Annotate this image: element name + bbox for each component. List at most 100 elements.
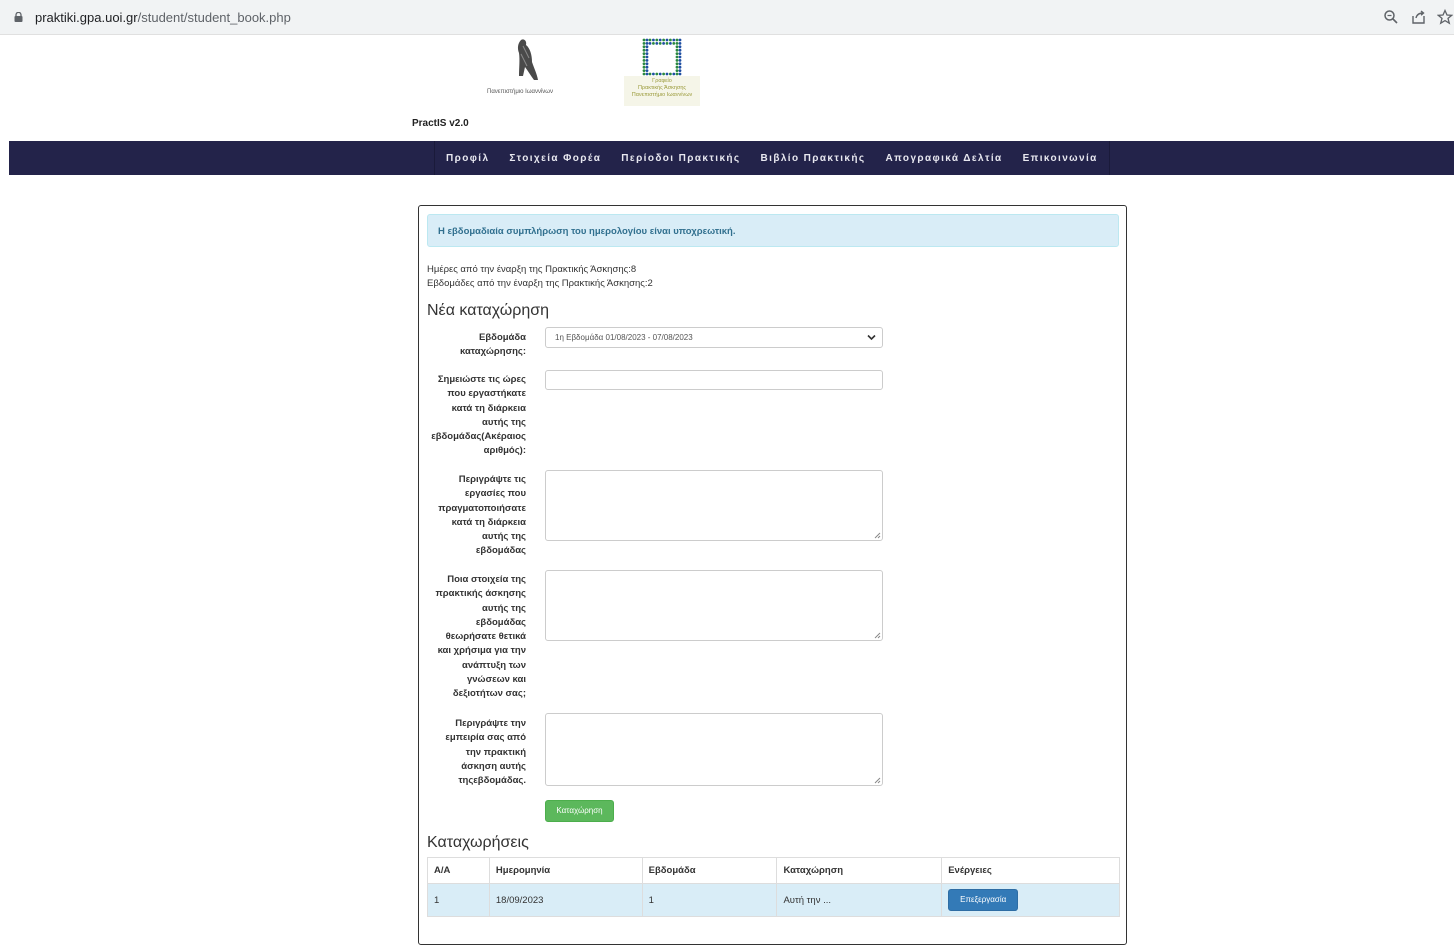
browser-toolbar: praktiki.gpa.uoi.gr/student/student_book… [0, 0, 1454, 35]
logo-dot [645, 52, 649, 55]
logo-dot [665, 72, 669, 76]
week-label: Εβδομάδα καταχώρησης: [411, 331, 526, 360]
hours-label-line-3: κατά τη διάρκεια [451, 402, 526, 414]
positive-label-line-9: δεξιοτήτων σας; [452, 688, 526, 700]
week-select[interactable]: 1η Εβδομάδα 01/08/2023 - 07/08/2023 [545, 327, 883, 348]
logo-dot [675, 65, 679, 69]
logo-dot [675, 69, 679, 72]
logo-dot [678, 69, 682, 72]
hours-input[interactable] [545, 370, 883, 390]
bookmark-star-icon[interactable] [1437, 9, 1453, 25]
cell-date: 18/09/2023 [488, 883, 643, 917]
main-navbar: Προφίλ Στοιχεία Φορέα Περίοδοι Πρακτικής… [9, 141, 1454, 175]
logo-dot [642, 38, 646, 42]
nav-item-profile[interactable]: Προφίλ [446, 153, 489, 164]
zoom-icon[interactable] [1383, 9, 1399, 25]
logo-dot [678, 38, 682, 42]
logo-dot [642, 62, 646, 66]
logo-dot [669, 72, 672, 76]
logo-dot [642, 48, 646, 52]
chevron-down-icon [867, 334, 876, 341]
resize-grip-icon[interactable] [873, 776, 881, 784]
logo-dot [645, 48, 649, 52]
app-brand[interactable]: PractIS v2.0 [412, 118, 469, 129]
logo-dot [642, 72, 646, 76]
column-header-week: Εβδομάδα [641, 857, 778, 884]
week-select-value: 1η Εβδομάδα 01/08/2023 - 07/08/2023 [555, 333, 693, 342]
submit-entry-button[interactable]: Καταχώρηση [545, 800, 614, 822]
experience-label-line-5: τηςεβδομάδας. [458, 775, 526, 787]
hours-label-line-2: που εργαστήκατε [447, 388, 526, 400]
logo-dot [675, 48, 679, 52]
hours-label-line-6: αριθμός): [483, 445, 526, 457]
logo-dot [669, 42, 672, 45]
logo-dot [642, 42, 646, 45]
logo-dot [678, 55, 682, 59]
nav-item-contact[interactable]: Επικοινωνία [1023, 153, 1098, 164]
nav-menu: Προφίλ Στοιχεία Φορέα Περίοδοι Πρακτικής… [434, 141, 1110, 175]
logo-dot [645, 45, 649, 49]
url-host: praktiki.gpa.uoi.gr [35, 10, 138, 25]
logo-dot [678, 45, 682, 49]
logo-dot [678, 42, 682, 45]
logo-dot [658, 72, 662, 76]
logo-dot [648, 42, 652, 45]
positive-aspects-textarea[interactable] [545, 570, 883, 641]
nav-item-internship-periods[interactable]: Περίοδοι Πρακτικής [621, 153, 740, 164]
internship-info: Ημέρες από την έναρξη της Πρακτικής Άσκη… [427, 263, 653, 291]
logo-dot [675, 59, 679, 62]
logo-dot [645, 62, 649, 66]
logo-dot [675, 55, 679, 59]
logo-dot [675, 42, 679, 45]
logo-dot [675, 72, 679, 76]
tasks-label-line-1: Περιγράψτε τις [458, 474, 526, 485]
logo-dot [642, 69, 646, 72]
column-header-actions: Ενέργειες [941, 857, 1120, 884]
experience-label-line-2: εμπειρία σας από [445, 732, 526, 744]
cell-week: 1 [641, 883, 778, 917]
logo-dot [645, 59, 649, 62]
nav-item-internship-book[interactable]: Βιβλίο Πρακτικής [761, 153, 866, 164]
logo-dot [655, 38, 659, 42]
logo-dot [672, 38, 676, 42]
tasks-textarea[interactable] [545, 470, 883, 541]
positive-label-line-2: πρακτικής άσκησης [435, 588, 526, 600]
cell-actions: Επεξεργασία [941, 883, 1120, 917]
week-label-line-1: Εβδομάδα [479, 332, 526, 343]
logo-dot [672, 72, 676, 76]
resize-grip-icon[interactable] [873, 531, 881, 539]
experience-label-line-1: Περιγράψτε την [455, 718, 526, 729]
logo-dot [675, 62, 679, 66]
table-row: 1 18/09/2023 1 Αυτή την ... Επεξεργασία [427, 883, 1120, 917]
nav-item-host-details[interactable]: Στοιχεία Φορέα [509, 153, 601, 164]
resize-grip-icon[interactable] [873, 631, 881, 639]
logo-dot [669, 38, 672, 42]
logo-dot [678, 59, 682, 62]
logo-dot [645, 55, 649, 59]
logo-dot [652, 72, 655, 76]
logo-dot [675, 45, 679, 49]
logo-dot [645, 42, 649, 45]
internship-office-logo[interactable]: Γραφείο Πρακτικής Άσκησης Πανεπιστήμιο Ι… [620, 36, 704, 108]
logo-dot [678, 48, 682, 52]
address-bar[interactable]: praktiki.gpa.uoi.gr/student/student_book… [35, 10, 291, 25]
logo-dot [678, 65, 682, 69]
new-entry-title: Νέα καταχώρηση [427, 302, 550, 319]
logo-dot [645, 69, 649, 72]
share-icon[interactable] [1411, 9, 1427, 25]
tasks-label-line-2: εργασίες που [464, 488, 526, 500]
experience-label-line-3: την πρακτική [465, 746, 526, 758]
positive-label-line-6: και χρήσιμα για την [437, 645, 526, 657]
edit-entry-button[interactable]: Επεξεργασία [948, 889, 1019, 911]
logo-dot [662, 38, 665, 42]
positive-label-line-1: Ποια στοιχεία της [447, 574, 526, 585]
student-book-panel: Η εβδομαδιαία συμπλήρωση του ημερολογίου… [418, 205, 1127, 945]
logo-dot [658, 38, 662, 42]
weeks-since-start: Εβδομάδες από την έναρξη της Πρακτικής Ά… [427, 278, 653, 289]
experience-textarea[interactable] [545, 713, 883, 786]
logo-dot [665, 42, 669, 45]
nav-item-census-forms[interactable]: Απογραφικά Δελτία [886, 153, 1003, 164]
days-since-start: Ημέρες από την έναρξη της Πρακτικής Άσκη… [427, 264, 637, 275]
logo-dot [672, 42, 676, 45]
cell-aa: 1 [427, 883, 490, 917]
